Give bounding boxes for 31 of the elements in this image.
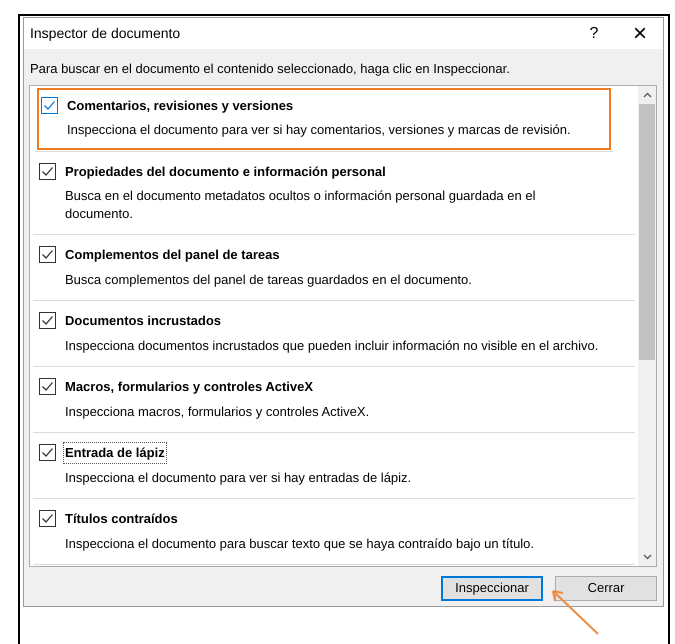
checkbox[interactable] [39,312,56,330]
scroll-up-icon[interactable] [642,92,652,98]
option-description: Inspecciona el documento para ver si hay comentarios, versiones y marcas de revisión. [66,121,571,139]
option-title: Propiedades del documento e información personal [64,162,387,181]
option-title: Macros, formularios y controles ActiveX [64,378,314,396]
option-description: Inspecciona documentos incrustados que pueden incluir información no visible en el archivo. [64,336,598,354]
checkbox[interactable] [41,96,58,114]
scrollbar[interactable] [638,86,656,566]
instruction-text: Para buscar en el documento el contenido seleccionado, haga clic en Inspeccionar. [29,60,511,78]
checkbox[interactable] [39,246,56,264]
help-button[interactable]: ? [571,18,617,49]
checkbox[interactable] [39,378,56,396]
checkbox[interactable] [39,510,56,528]
option-title: Títulos contraídos [64,510,179,528]
option-title: Entrada de lápiz [63,442,167,464]
dialog-button[interactable]: Cerrar [555,576,657,600]
option-description: Inspecciona macros, formularios y controles ActiveX. [64,402,370,420]
scroll-down-icon[interactable] [642,554,652,560]
scrollbar-thumb[interactable] [639,104,655,360]
option-title: Complementos del panel de tareas [64,246,281,264]
option-description: Inspecciona el documento para buscar texto que se haya contraído bajo un título. [64,534,534,552]
option-title: Documentos incrustados [64,312,222,330]
option-description: Busca en el documento metadatos ocultos o información personal guardada en el documento. [64,187,536,222]
checkbox[interactable] [39,162,56,180]
option-title: Comentarios, revisiones y versiones [66,96,294,115]
checkbox[interactable] [39,444,56,462]
option-description: Busca complementos del panel de tareas guardados en el documento. [64,270,472,288]
close-button[interactable]: × [617,18,663,49]
window-title: Inspector de documento [30,24,182,43]
dialog-button[interactable]: Inspeccionar [441,576,543,600]
option-description: Inspecciona el documento para ver si hay entradas de lápiz. [64,468,412,486]
